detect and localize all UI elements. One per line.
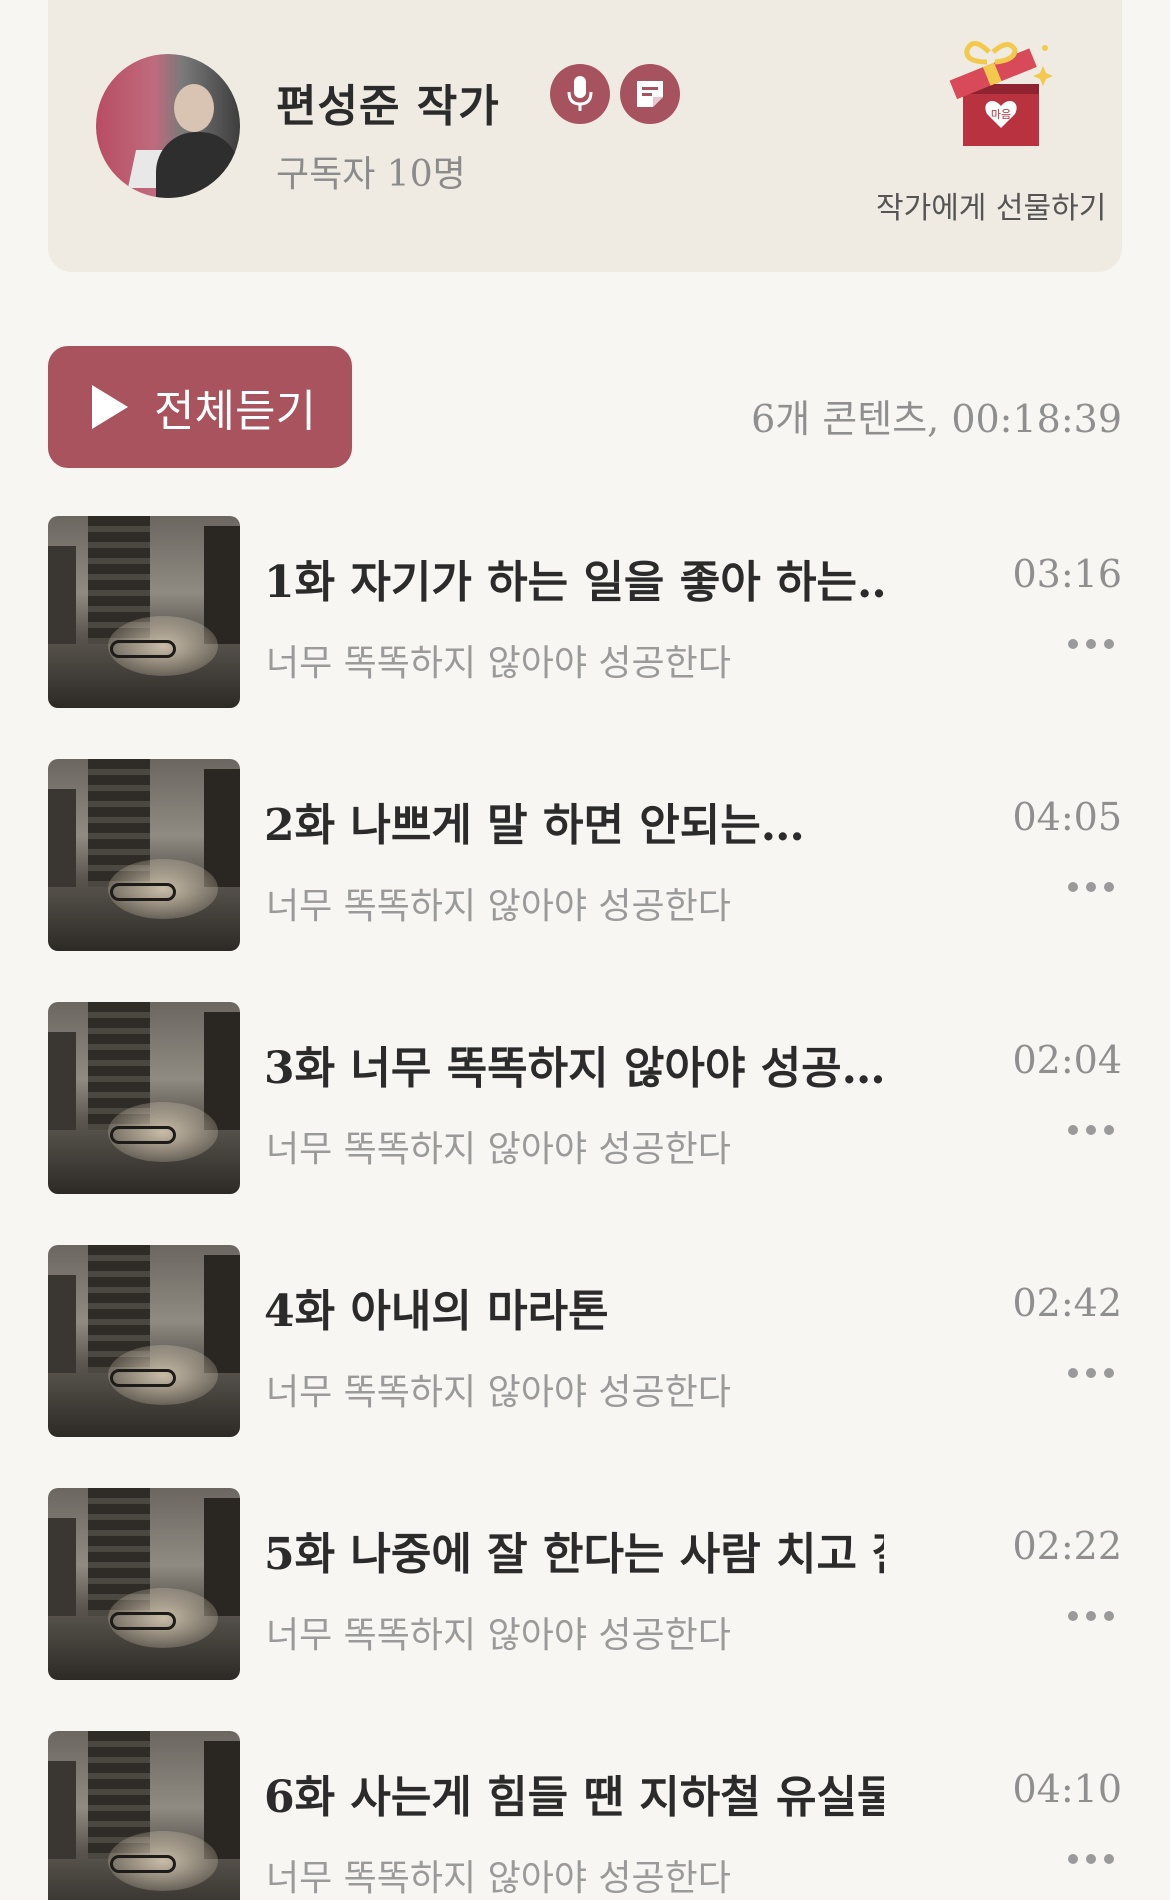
episode-duration: 02:22 [1012,1524,1122,1568]
episode-thumbnail[interactable] [48,516,240,708]
more-dots-icon[interactable] [1068,1120,1114,1140]
episode-duration: 04:05 [1012,795,1122,839]
episode-title[interactable]: 5화 나중에 잘 한다는 사람 치고 잘… [264,1518,884,1582]
play-all-button[interactable]: 전체듣기 [48,346,352,468]
episode-thumbnail[interactable] [48,1002,240,1194]
episode-subtitle: 너무 똑똑하지 않아야 성공한다 [266,886,731,927]
list-item[interactable]: 2화 나쁘게 말 하면 안되는… 너무 똑똑하지 않아야 성공한다 04:05 [48,759,1122,953]
episode-title[interactable]: 2화 나쁘게 말 하면 안되는… [264,789,884,853]
gift-box-icon[interactable]: 마음 [943,36,1063,156]
episode-subtitle: 너무 똑똑하지 않아야 성공한다 [266,1858,731,1899]
play-icon [92,385,128,429]
episode-title[interactable]: 3화 너무 똑똑하지 않아야 성공… [264,1032,884,1096]
more-dots-icon[interactable] [1068,1363,1114,1383]
episode-thumbnail[interactable] [48,1488,240,1680]
episode-thumbnail[interactable] [48,1731,240,1900]
note-icon [620,64,680,124]
episode-duration: 03:16 [1012,552,1122,596]
more-dots-icon[interactable] [1068,634,1114,654]
more-dots-icon[interactable] [1068,1849,1114,1869]
microphone-icon [550,64,610,124]
list-item[interactable]: 1화 자기가 하는 일을 좋아 하는… 너무 똑똑하지 않아야 성공한다 03:… [48,516,1122,710]
list-item[interactable]: 3화 너무 똑똑하지 않아야 성공… 너무 똑똑하지 않아야 성공한다 02:0… [48,1002,1122,1196]
author-avatar[interactable] [96,54,240,198]
episode-title[interactable]: 4화 아내의 마라톤 [264,1275,884,1339]
list-item[interactable]: 4화 아내의 마라톤 너무 똑똑하지 않아야 성공한다 02:42 [48,1245,1122,1439]
list-item[interactable]: 6화 사는게 힘들 땐 지하철 유실물… 너무 똑똑하지 않아야 성공한다 04… [48,1731,1122,1900]
more-dots-icon[interactable] [1068,877,1114,897]
episode-subtitle: 너무 똑똑하지 않아야 성공한다 [266,643,731,684]
episode-duration: 02:04 [1012,1038,1122,1082]
episode-title[interactable]: 6화 사는게 힘들 땐 지하철 유실물… [264,1761,884,1825]
content-summary: 6개 콘텐츠, 00:18:39 [751,397,1122,441]
gift-to-author-label[interactable]: 작가에게 선물하기 [876,183,1116,227]
author-card: 편성준 작가 구독자 10명 마음 작가에게 선물하기 [48,0,1122,272]
list-item[interactable]: 5화 나중에 잘 한다는 사람 치고 잘… 너무 똑똑하지 않아야 성공한다 0… [48,1488,1122,1682]
episode-thumbnail[interactable] [48,1245,240,1437]
episode-subtitle: 너무 똑똑하지 않아야 성공한다 [266,1129,731,1170]
episode-subtitle: 너무 똑똑하지 않아야 성공한다 [266,1372,731,1413]
subscriber-count: 구독자 10명 [276,154,466,195]
play-all-label: 전체듣기 [154,386,316,437]
episode-thumbnail[interactable] [48,759,240,951]
more-dots-icon[interactable] [1068,1606,1114,1626]
episode-duration: 02:42 [1012,1281,1122,1325]
episode-title[interactable]: 1화 자기가 하는 일을 좋아 하는… [264,546,884,610]
svg-text:마음: 마음 [991,108,1011,121]
episode-duration: 04:10 [1012,1767,1122,1811]
episode-subtitle: 너무 똑똑하지 않아야 성공한다 [266,1615,731,1656]
author-name[interactable]: 편성준 작가 [276,70,500,134]
